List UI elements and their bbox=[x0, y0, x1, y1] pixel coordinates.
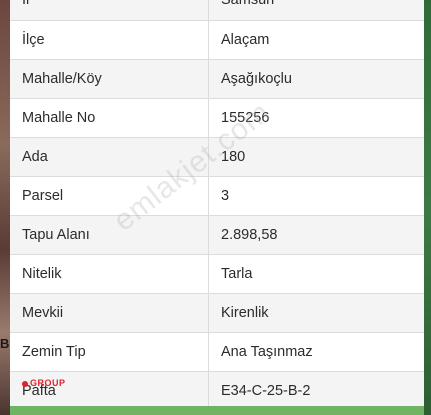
table-row-il: İl Samsun bbox=[10, 0, 424, 21]
row-label: İlçe bbox=[10, 20, 209, 60]
row-value: Aşağıkoçlu bbox=[208, 59, 424, 99]
table-row-ada: Ada 180 bbox=[10, 137, 424, 177]
row-value: Kirenlik bbox=[208, 293, 424, 333]
row-value: 155256 bbox=[208, 98, 424, 138]
table-row-mahalle-no: Mahalle No 155256 bbox=[10, 98, 424, 138]
logo-dot-icon bbox=[22, 380, 28, 387]
row-value: 2.898,58 bbox=[208, 215, 424, 255]
row-label: Mahalle No bbox=[10, 98, 209, 138]
row-value: 3 bbox=[208, 176, 424, 216]
row-label: Ada bbox=[10, 137, 209, 177]
table-row-ilce: İlçe Alaçam bbox=[10, 20, 424, 60]
row-value: Samsun bbox=[208, 0, 424, 21]
table-row-zemin-tip: Zemin Tip Ana Taşınmaz bbox=[10, 332, 424, 372]
table-row-nitelik: Nitelik Tarla bbox=[10, 254, 424, 294]
row-value: 180 bbox=[208, 137, 424, 177]
logo-text: GROUP bbox=[30, 378, 66, 388]
row-value: Tarla bbox=[208, 254, 424, 294]
row-label: Mahalle/Köy bbox=[10, 59, 209, 99]
table-row-mahalle-koy: Mahalle/Köy Aşağıkoçlu bbox=[10, 59, 424, 99]
row-label: Zemin Tip bbox=[10, 332, 209, 372]
group-logo: GROUP bbox=[22, 378, 66, 388]
row-label: Tapu Alanı bbox=[10, 215, 209, 255]
parcel-info-table: İl Samsun İlçe Alaçam Mahalle/Köy Aşağık… bbox=[10, 0, 424, 406]
row-label: Mevkii bbox=[10, 293, 209, 333]
table-row-pafta: Pafta E34-C-25-B-2 bbox=[10, 371, 424, 406]
footer-green-bar bbox=[10, 406, 424, 415]
row-value: E34-C-25-B-2 bbox=[208, 371, 424, 406]
row-label: İl bbox=[10, 0, 209, 21]
table-row-tapu-alani: Tapu Alanı 2.898,58 bbox=[10, 215, 424, 255]
table-row-mevkii: Mevkii Kirenlik bbox=[10, 293, 424, 333]
row-label: Pafta bbox=[10, 371, 209, 406]
background-edge-text: B bbox=[0, 336, 10, 351]
row-label: Nitelik bbox=[10, 254, 209, 294]
row-value: Ana Taşınmaz bbox=[208, 332, 424, 372]
row-value: Alaçam bbox=[208, 20, 424, 60]
parcel-info-card: İl Samsun İlçe Alaçam Mahalle/Köy Aşağık… bbox=[10, 0, 424, 406]
background-right bbox=[423, 0, 431, 415]
row-label: Parsel bbox=[10, 176, 209, 216]
table-row-parsel: Parsel 3 bbox=[10, 176, 424, 216]
